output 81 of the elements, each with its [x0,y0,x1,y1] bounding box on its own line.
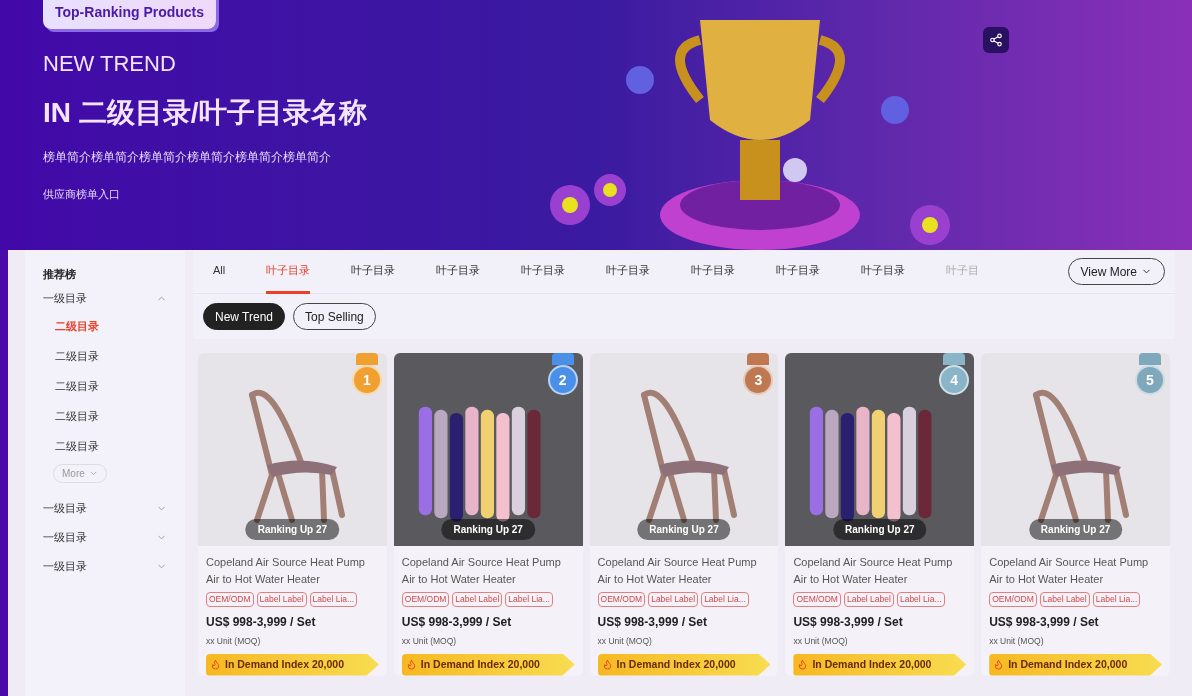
product-tag: Label Label [452,592,503,607]
sidebar-item[interactable]: 二级目录 [43,401,167,432]
demand-index-text: In Demand Index 20,000 [225,656,345,672]
product-title[interactable]: Copeland Air Source Heat Pump Air to Hot Water Heater [989,554,1162,588]
product-tag: Label Label [648,592,699,607]
top-ranking-badge: Top-Ranking Products [43,0,217,29]
sidebar-item[interactable]: 二级目录 [43,371,167,402]
flame-icon [993,659,1005,670]
product-tag: OEM/ODM [793,592,841,607]
demand-index-text: In Demand Index 20,000 [812,656,932,672]
category-tab[interactable]: 叶子目录 [436,249,481,294]
product-card[interactable]: 2 Ranking Up 27 Copeland Air Source Heat Pump Air to Hot Water Heater OEM/ODM Label Label Label Lia... US$ 998-3,999 / Set xx Unit (MOQ) In Demand Index 20,000 [393,353,583,676]
moq-text: xx Unit (MOQ) [597,634,653,648]
demand-index-text: In Demand Index 20,000 [616,656,736,672]
rank-number: 5 [1146,370,1154,390]
moq-text: xx Unit (MOQ) [401,634,458,648]
rank-number: 1 [362,370,371,390]
product-price: US$ 998-3,999 / Set [989,613,1100,631]
product-tag: Label Label [256,592,307,607]
product-tag: Label Lia... [1092,592,1141,607]
flame-icon [210,659,221,670]
flame-icon [601,659,613,670]
product-tag: Label Label [843,592,894,607]
flame-icon [797,659,809,670]
sidebar-group[interactable]: 一级目录 [43,552,167,580]
product-tag: Label Lia... [896,592,945,607]
rank-number: 4 [950,370,959,390]
category-tab[interactable]: 叶子目录 [606,249,651,294]
category-tab[interactable]: 叶子目录 [861,249,906,294]
sidebar-group[interactable]: 一级目录 [43,494,167,522]
filter-chip[interactable]: New Trend [203,303,286,330]
product-title[interactable]: Copeland Air Source Heat Pump Air to Hot Water Heater [597,554,771,588]
sidebar-title: 推荐榜 [43,267,77,282]
product-tag: Label Lia... [701,592,749,607]
category-tab[interactable]: 叶子目录 [351,249,396,294]
category-tab[interactable]: 叶子目录 [776,249,821,294]
category-tab[interactable]: All [213,249,226,294]
product-card[interactable]: 1 Ranking Up 27 Copeland Air Source Heat Pump Air to Hot Water Heater OEM/ODM Label Label Label Lia... US$ 998-3,999 / Set xx Unit (MOQ) In Demand Index 20,000 [198,353,387,676]
sidebar-item[interactable]: 二级目录 [43,341,167,372]
banner-heading: NEW TREND [43,50,176,78]
product-tag: Label Lia... [309,592,358,607]
product-price: US$ 998-3,999 / Set [401,613,513,631]
sidebar-item[interactable]: 二级目录 [43,431,167,462]
moq-text: xx Unit (MOQ) [989,634,1045,648]
share-icon [989,33,1003,47]
product-card[interactable]: 5 Ranking Up 27 Copeland Air Source Heat Pump Air to Hot Water Heater OEM/ODM Label Label Label Lia... US$ 998-3,999 / Set xx Unit (MOQ) In Demand Index 20,000 [981,353,1170,676]
product-card[interactable]: 3 Ranking Up 27 Copeland Air Source Heat Pump Air to Hot Water Heater OEM/ODM Label Label Label Lia... US$ 998-3,999 / Set xx Unit (MOQ) In Demand Index 20,000 [589,353,779,676]
product-tag: OEM/ODM [989,592,1037,607]
supplier-list-link[interactable]: 供应商榜单入口 [43,186,120,203]
sidebar-group[interactable]: 一级目录 [43,523,167,551]
product-title[interactable]: Copeland Air Source Heat Pump Air to Hot Water Heater [206,554,379,588]
share-button[interactable] [983,27,1009,53]
demand-index-text: In Demand Index 20,000 [1008,656,1128,672]
banner-description: 榜单简介榜单简介榜单简介榜单简介榜单简介榜单简介 [43,149,331,166]
product-tag: Label Label [1039,592,1090,607]
category-tab[interactable]: 叶子目录 [691,249,736,294]
demand-index-text: In Demand Index 20,000 [420,656,540,672]
product-tag: OEM/ODM [206,592,254,607]
ranking-badge: Ranking Up 27 [1028,519,1123,540]
ranking-badge: Ranking Up 27 [833,519,927,540]
product-price: US$ 998-3,999 / Set [793,613,904,631]
ranking-badge: Ranking Up 27 [441,519,535,540]
product-title[interactable]: Copeland Air Source Heat Pump Air to Hot Water Heater [793,554,967,588]
product-title[interactable]: Copeland Air Source Heat Pump Air to Hot Water Heater [401,554,575,588]
ranking-badge: Ranking Up 27 [245,519,340,540]
rank-number: 3 [754,370,763,390]
product-price: US$ 998-3,999 / Set [597,613,708,631]
ranking-badge: Ranking Up 27 [637,519,731,540]
product-price: US$ 998-3,999 / Set [206,613,317,631]
moq-text: xx Unit (MOQ) [206,634,262,648]
sidebar-group[interactable]: 一级目录 [43,284,167,312]
product-tag: OEM/ODM [401,592,450,607]
sidebar-item[interactable]: 二级目录 [43,311,167,342]
product-tag: OEM/ODM [597,592,646,607]
product-tag: Label Lia... [505,592,553,607]
product-card[interactable]: 4 Ranking Up 27 Copeland Air Source Heat Pump Air to Hot Water Heater OEM/ODM Label Label Label Lia... US$ 998-3,999 / Set xx Unit (MOQ) In Demand Index 20,000 [785,353,975,676]
flame-icon [405,659,417,670]
category-tab[interactable]: 叶子目录 [521,249,566,294]
banner-title: IN 二级目录/叶子目录名称 [43,96,367,130]
moq-text: xx Unit (MOQ) [793,634,849,648]
rank-number: 2 [558,370,567,390]
